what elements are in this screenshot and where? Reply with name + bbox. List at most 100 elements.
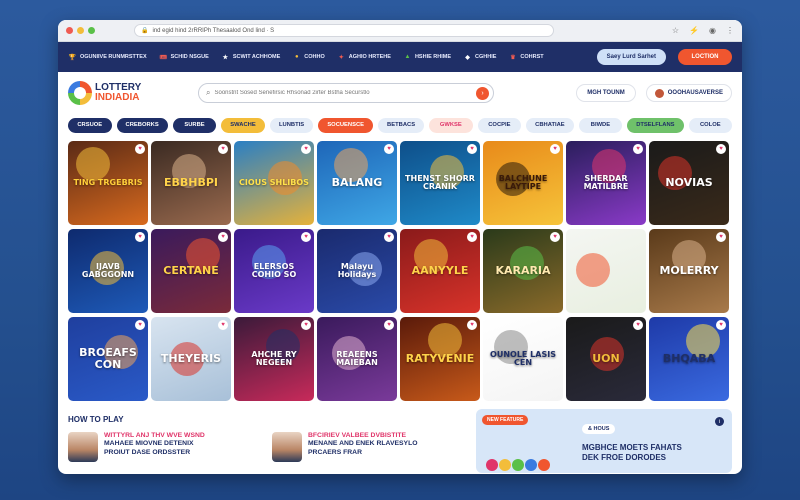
game-tile[interactable]: REAEENS MAIEBAN ♥ [317, 317, 397, 401]
maximize-window-button[interactable] [88, 27, 95, 34]
favorite-heart-icon[interactable]: ♥ [301, 320, 311, 330]
game-tile[interactable]: CIOUS SHLIBOS ♥ [234, 141, 314, 225]
feature-promo-card[interactable]: NEW FEATURE & HOUS i MGBHCE MOETS FAHATS… [476, 409, 732, 473]
favorite-heart-icon[interactable]: ♥ [467, 320, 477, 330]
step-line-1: BFCIRIEV VALBEE DVBISTITE [308, 432, 407, 439]
category-tab[interactable]: BETBACS [378, 117, 425, 133]
category-tab[interactable]: COCPIE [477, 117, 522, 133]
close-window-button[interactable] [66, 27, 73, 34]
address-text: ind egid hind 2rRRIPh Thesaalod Ond lind… [152, 27, 275, 34]
game-title: THENST SHORR CRANIK [405, 173, 475, 191]
login-button[interactable]: LOCTION [678, 49, 732, 65]
topbar-promo-item[interactable]: 🎟 SCHID NSGUE [159, 53, 209, 62]
address-bar[interactable]: 🔒 ind egid hind 2rRRIPh Thesaalod Ond li… [134, 24, 554, 37]
profile-icon[interactable]: ◉ [709, 26, 716, 35]
bookmark-icon[interactable]: ☆ [672, 26, 679, 35]
category-tab[interactable]: GWKSE [429, 117, 473, 133]
game-tile[interactable]: EBBHBPI ♥ [151, 141, 231, 225]
search-submit-button[interactable]: › [476, 86, 489, 100]
favorite-heart-icon[interactable]: ♥ [467, 144, 477, 154]
dice-icon: ◆ [465, 54, 470, 61]
game-tile[interactable]: MOLERRY ♥ [649, 229, 729, 313]
game-tile[interactable]: BROEAFS CON ♥ [68, 317, 148, 401]
category-tab[interactable]: CBHATIAE [526, 117, 574, 133]
favorite-heart-icon[interactable]: ♥ [716, 144, 726, 154]
game-tile[interactable]: KARARIA ♥ [483, 229, 563, 313]
category-tab[interactable]: LUNBTIS [269, 117, 314, 133]
browser-window: 🔒 ind egid hind 2rRRIPh Thesaalod Ond li… [58, 20, 742, 474]
game-tile[interactable]: AANYYLE ♥ [400, 229, 480, 313]
topbar-promo-item[interactable]: ✦ AGHIO HRTEHE [337, 53, 391, 62]
category-tab[interactable]: SOCUENSCE [318, 117, 374, 133]
user-label: OOOHAUSAVERSE [667, 90, 723, 96]
step-line-1: WITTYRL ANJ THV WVE WSND [104, 432, 205, 439]
favorite-heart-icon[interactable]: ♥ [384, 320, 394, 330]
site-logo[interactable]: LOTTERY INDIADIA [68, 81, 188, 105]
game-title: IJAVB GABGGONN [81, 261, 135, 279]
menu-icon[interactable]: ⋮ [726, 26, 734, 35]
game-tile[interactable]: BALCHUNE LAYTIPE ♥ [483, 141, 563, 225]
game-title: OUNOLE LASIS CEN [490, 349, 556, 367]
game-tile[interactable]: NOVIAS ♥ [649, 141, 729, 225]
favorite-heart-icon[interactable]: ♥ [633, 320, 643, 330]
step-card-2[interactable]: BFCIRIEV VALBEE DVBISTITE MENANE AND ENE… [272, 432, 462, 462]
favorite-heart-icon[interactable]: ♥ [135, 144, 145, 154]
game-tile[interactable]: CERTANE ♥ [151, 229, 231, 313]
favorite-heart-icon[interactable]: ♥ [301, 144, 311, 154]
game-tile[interactable] [566, 229, 646, 313]
game-tile[interactable]: SHERDAR MATILBRE ♥ [566, 141, 646, 225]
category-tab[interactable]: DTSELFLANS [627, 117, 684, 133]
category-tab[interactable]: SURBE [172, 117, 217, 133]
game-tile[interactable]: UON ♥ [566, 317, 646, 401]
category-tab[interactable]: SWACHE [221, 117, 265, 133]
game-title: CIOUS SHLIBOS [239, 177, 309, 187]
favorite-heart-icon[interactable]: ♥ [716, 320, 726, 330]
promo-chip[interactable]: & HOUS [582, 424, 616, 434]
favorite-heart-icon[interactable]: ♥ [550, 144, 560, 154]
topbar-promo-item[interactable]: ★ SCWIT ACHHOME [221, 53, 281, 62]
favorite-heart-icon[interactable]: ♥ [135, 320, 145, 330]
topbar-promo-item[interactable]: ◆ CGHHIE [463, 53, 496, 62]
info-icon[interactable]: i [715, 417, 724, 426]
game-tile[interactable]: IJAVB GABGGONN ♥ [68, 229, 148, 313]
game-tile[interactable]: Malayu Holidays ♥ [317, 229, 397, 313]
category-tab[interactable]: COLOE [688, 117, 733, 133]
game-tile[interactable]: BALANG ♥ [317, 141, 397, 225]
favorite-heart-icon[interactable]: ♥ [218, 232, 228, 242]
category-tab[interactable]: BIWDE [578, 117, 623, 133]
category-tab[interactable]: CRSUOE [68, 117, 112, 133]
game-tile[interactable]: THEYERIS ♥ [151, 317, 231, 401]
favorite-heart-icon[interactable]: ♥ [467, 232, 477, 242]
search-input[interactable] [214, 90, 472, 96]
favorite-heart-icon[interactable]: ♥ [218, 320, 228, 330]
game-tile[interactable]: RATYVENIE ♥ [400, 317, 480, 401]
favorite-heart-icon[interactable]: ♥ [384, 144, 394, 154]
game-title: UON [592, 352, 620, 366]
game-tile[interactable]: AHCHE RY NEGEEN ♥ [234, 317, 314, 401]
step-card-1[interactable]: WITTYRL ANJ THV WVE WSND MAHAEE MIOVNE D… [68, 432, 258, 462]
favorite-heart-icon[interactable]: ♥ [633, 144, 643, 154]
signup-button[interactable]: Saey Lurd Sarhet [596, 49, 666, 65]
category-tab[interactable]: CREBORKS [116, 117, 168, 133]
game-tile[interactable]: BHQABA ♥ [649, 317, 729, 401]
promo-topbar: 🏆 OGUNIIVE RUNMRSTTEX 🎟 SCHID NSGUE ★ SCWIT A… [58, 42, 742, 72]
favorite-heart-icon[interactable]: ♥ [384, 232, 394, 242]
header-link[interactable]: MGH TOUNM [576, 84, 636, 102]
topbar-promo-item[interactable]: ● COHHO [292, 53, 325, 62]
game-tile[interactable]: OUNOLE LASIS CEN [483, 317, 563, 401]
game-tile[interactable]: ELERSOS COHIO SO ♥ [234, 229, 314, 313]
topbar-promo-item[interactable]: ▲ HSHIE RHIME [403, 53, 451, 62]
favorite-heart-icon[interactable]: ♥ [135, 232, 145, 242]
topbar-promo-item[interactable]: ♛ COHRST [508, 53, 543, 62]
crown-icon: ♛ [510, 54, 516, 61]
favorite-heart-icon[interactable]: ♥ [716, 232, 726, 242]
favorite-heart-icon[interactable]: ♥ [301, 232, 311, 242]
game-tile[interactable]: THENST SHORR CRANIK ♥ [400, 141, 480, 225]
favorite-heart-icon[interactable]: ♥ [218, 144, 228, 154]
minimize-window-button[interactable] [77, 27, 84, 34]
favorite-heart-icon[interactable]: ♥ [550, 232, 560, 242]
extension-icon[interactable]: ⚡ [689, 26, 699, 35]
game-tile[interactable]: TING TRGEBRIS ♥ [68, 141, 148, 225]
user-menu[interactable]: OOOHAUSAVERSE [645, 84, 732, 102]
topbar-promo-item[interactable]: 🏆 OGUNIIVE RUNMRSTTEX [68, 53, 147, 62]
